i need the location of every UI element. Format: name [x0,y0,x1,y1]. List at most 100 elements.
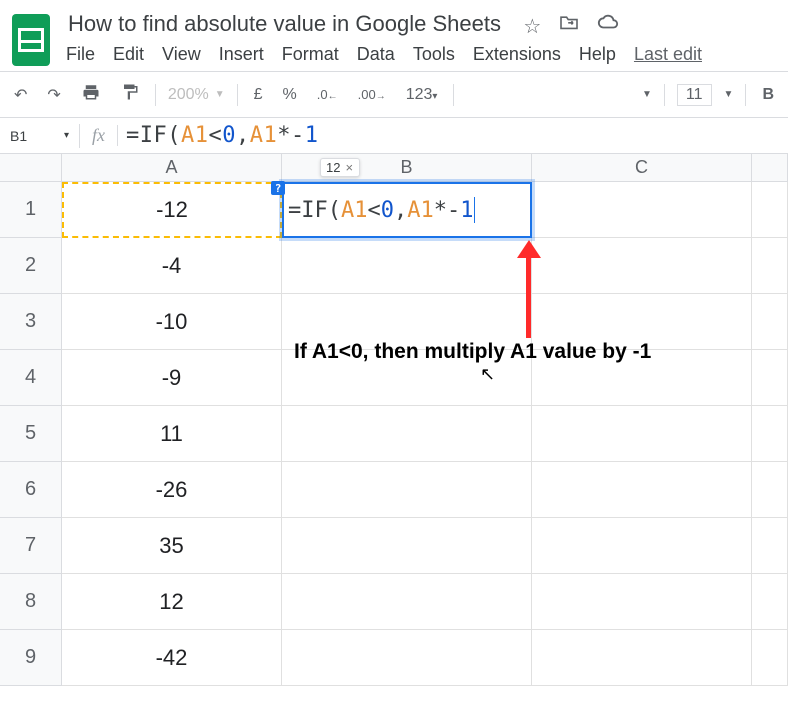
menubar: File Edit View Insert Format Data Tools … [64,40,776,71]
cell-C1[interactable] [532,182,752,238]
cell-extra[interactable] [752,574,788,630]
cell-B4[interactable] [282,350,532,406]
formula-hint: 12 × [320,158,360,177]
header: How to find absolute value in Google She… [0,0,788,71]
cloud-icon[interactable] [597,14,619,39]
menu-tools[interactable]: Tools [413,44,455,65]
formula-help-icon[interactable]: ? [271,181,285,195]
cell-B5[interactable] [282,406,532,462]
zoom-select[interactable]: 200% ▼ [168,86,225,104]
font-size-input[interactable]: 11 [677,84,712,106]
select-all-corner[interactable] [0,154,62,182]
chevron-down-icon: ▾ [432,91,437,102]
cell-A6[interactable]: -26 [62,462,282,518]
cell-B8[interactable] [282,574,532,630]
cell-C2[interactable] [532,238,752,294]
document-title[interactable]: How to find absolute value in Google She… [64,8,505,40]
row-header-6[interactable]: 6 [0,462,62,518]
menu-format[interactable]: Format [282,44,339,65]
cell-A3[interactable]: -10 [62,294,282,350]
title-block: How to find absolute value in Google She… [64,8,776,71]
cell-extra[interactable] [752,462,788,518]
cell-C6[interactable] [532,462,752,518]
name-box[interactable]: B1 ▾ [0,124,80,148]
chevron-down-icon: ▼ [215,89,225,100]
increase-decimal-button[interactable]: .00→ [354,83,390,106]
cell-extra[interactable] [752,294,788,350]
cell-A1[interactable]: -12 [62,182,282,238]
cell-C7[interactable] [532,518,752,574]
cell-A2[interactable]: -4 [62,238,282,294]
cell-B1-editing[interactable]: ? 12 × =IF(A1<0,A1*-1 [282,182,532,238]
cell-A5[interactable]: 11 [62,406,282,462]
cell-B9[interactable] [282,630,532,686]
redo-icon[interactable]: ↷ [43,81,64,109]
cell-extra[interactable] [752,350,788,406]
separator [745,84,746,106]
cell-A8[interactable]: 12 [62,574,282,630]
zoom-value: 200% [168,86,209,104]
row-header-1[interactable]: 1 [0,182,62,238]
row-header-7[interactable]: 7 [0,518,62,574]
chevron-down-icon[interactable]: ▼ [642,89,652,100]
cell-B2[interactable] [282,238,532,294]
move-icon[interactable] [559,14,579,39]
separator [453,84,454,106]
col-header-extra[interactable] [752,154,788,181]
bold-button[interactable]: B [758,82,778,108]
row-header-3[interactable]: 3 [0,294,62,350]
cell-C5[interactable] [532,406,752,462]
menu-extensions[interactable]: Extensions [473,44,561,65]
row: 1 -12 ? 12 × =IF(A1<0,A1*-1 [0,182,788,238]
row: 9 -42 [0,630,788,686]
star-icon[interactable]: ☆ [523,14,541,39]
column-headers: A B C [62,154,788,182]
col-header-C[interactable]: C [532,154,752,181]
separator [664,84,665,106]
decrease-decimal-button[interactable]: .0← [313,83,342,106]
formula-input[interactable]: =IF(A1<0,A1*-1 [118,121,788,150]
cell-C4[interactable] [532,350,752,406]
chevron-down-icon[interactable]: ▼ [724,89,734,100]
row: 3 -10 [0,294,788,350]
cell-B6[interactable] [282,462,532,518]
cell-extra[interactable] [752,182,788,238]
paint-format-icon[interactable] [117,78,143,111]
row: 2 -4 [0,238,788,294]
more-formats-button[interactable]: 123▾ [402,82,442,108]
menu-help[interactable]: Help [579,44,616,65]
row-header-2[interactable]: 2 [0,238,62,294]
cell-extra[interactable] [752,406,788,462]
row-header-8[interactable]: 8 [0,574,62,630]
row: 5 11 [0,406,788,462]
sheets-logo-icon[interactable] [12,14,50,66]
cell-extra[interactable] [752,238,788,294]
cell-A9[interactable]: -42 [62,630,282,686]
row-header-4[interactable]: 4 [0,350,62,406]
cell-B7[interactable] [282,518,532,574]
cell-A4[interactable]: -9 [62,350,282,406]
menu-file[interactable]: File [66,44,95,65]
currency-button[interactable]: £ [250,82,267,108]
print-icon[interactable] [77,79,105,110]
cell-extra[interactable] [752,630,788,686]
row: 7 35 [0,518,788,574]
cell-B3[interactable] [282,294,532,350]
percent-button[interactable]: % [279,82,301,108]
row-header-5[interactable]: 5 [0,406,62,462]
row: 6 -26 [0,462,788,518]
menu-data[interactable]: Data [357,44,395,65]
row-header-9[interactable]: 9 [0,630,62,686]
menu-insert[interactable]: Insert [219,44,264,65]
cell-A7[interactable]: 35 [62,518,282,574]
cell-C9[interactable] [532,630,752,686]
last-edit-link[interactable]: Last edit [634,44,702,65]
menu-view[interactable]: View [162,44,201,65]
menu-edit[interactable]: Edit [113,44,144,65]
cell-extra[interactable] [752,518,788,574]
close-icon[interactable]: × [345,160,353,175]
cell-C8[interactable] [532,574,752,630]
col-header-A[interactable]: A [62,154,282,181]
cell-C3[interactable] [532,294,752,350]
undo-icon[interactable]: ↶ [10,81,31,109]
